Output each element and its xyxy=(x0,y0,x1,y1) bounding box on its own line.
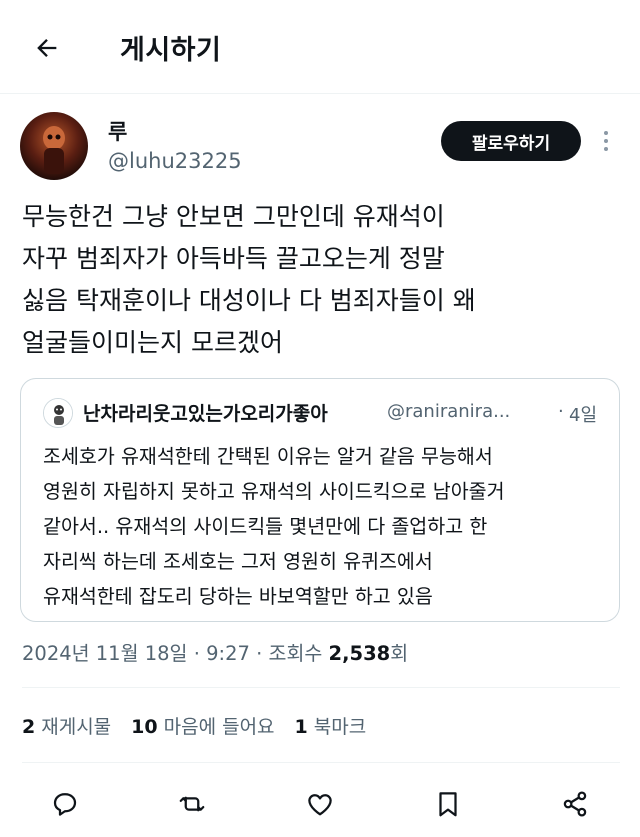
share-button[interactable] xyxy=(555,784,595,824)
likes-count: 10 xyxy=(131,716,158,738)
page-title: 게시하기 xyxy=(120,35,222,66)
quote-line: 영원히 자립하지 못하고 유재석의 사이드킥으로 남아줄거 xyxy=(43,480,505,503)
share-icon xyxy=(563,791,587,817)
tweet-line: 싫음 탁재훈이나 대성이나 다 범죄자들이 왜 xyxy=(22,286,476,315)
quote-line: 같아서.. 유재석의 사이드킥들 몇년만에 다 졸업하고 한 xyxy=(43,515,488,538)
arrow-left-icon xyxy=(37,39,57,57)
bookmarks-stat[interactable]: 1 북마크 xyxy=(295,712,367,739)
bookmark-button[interactable] xyxy=(428,784,468,824)
meta-separator: · xyxy=(256,642,263,665)
bookmarks-count: 1 xyxy=(294,716,308,738)
quote-line: 유재석한테 잡도리 당하는 바보역할만 하고 있음 xyxy=(43,585,433,608)
views-unit: 회 xyxy=(390,642,409,665)
quote-text: 조세호가 유재석한테 간택된 이유는 알거 같음 무능해서 영원히 자립하지 못… xyxy=(43,439,603,614)
engagement-stats: 2 재게시물 10 마음에 들어요 1 북마크 xyxy=(22,712,366,739)
quote-author-name: 난차라리웃고있는가오리가좋아 xyxy=(83,403,328,425)
post-date[interactable]: 2024년 11월 18일 xyxy=(22,642,187,665)
tweet-line: 무능한건 그냥 안보면 그만인데 유재석이 xyxy=(22,202,445,231)
reposts-stat[interactable]: 2 재게시물 xyxy=(22,712,111,739)
quote-separator: · xyxy=(558,401,564,422)
likes-label: 마음에 들어요 xyxy=(163,716,275,738)
tweet-line: 자꾸 범죄자가 아득바득 끌고오는게 정말 xyxy=(22,244,445,273)
reply-button[interactable] xyxy=(45,784,85,824)
tweet-text: 무능한건 그냥 안보면 그만인데 유재석이 자꾸 범죄자가 아득바득 끌고오는게… xyxy=(22,196,618,364)
quote-line: 자리씩 하는데 조세호는 그저 영원히 유퀴즈에서 xyxy=(43,550,433,573)
author-name[interactable]: 루 xyxy=(108,116,127,146)
likes-stat[interactable]: 10 마음에 들어요 xyxy=(131,712,274,739)
heart-icon xyxy=(308,794,332,816)
more-vertical-icon[interactable] xyxy=(594,126,618,156)
quote-line: 조세호가 유재석한테 간택된 이유는 알거 같음 무능해서 xyxy=(43,445,493,468)
reposts-count: 2 xyxy=(22,716,36,738)
avatar[interactable] xyxy=(20,112,88,180)
reposts-label: 재게시물 xyxy=(41,716,112,738)
post-time[interactable]: 9:27 xyxy=(206,642,250,665)
tweet-line: 얼굴들이미는지 모르겠어 xyxy=(22,328,283,357)
repost-icon xyxy=(179,796,205,812)
divider xyxy=(22,687,620,688)
back-button[interactable] xyxy=(22,26,72,70)
like-button[interactable] xyxy=(300,784,340,824)
top-bar: 게시하기 xyxy=(0,0,640,94)
quoted-tweet[interactable]: 난차라리웃고있는가오리가좋아 @raniranira... · 4일 조세호가 … xyxy=(20,378,620,622)
quote-author-handle: @raniranira... xyxy=(387,401,511,422)
quote-avatar xyxy=(43,398,73,428)
meta-separator: · xyxy=(193,642,200,665)
follow-button[interactable]: 팔로우하기 xyxy=(441,121,581,161)
views-count: 2,538 xyxy=(328,642,391,665)
quote-time: 4일 xyxy=(569,405,598,426)
author-handle[interactable]: @luhu23225 xyxy=(108,149,242,173)
bookmark-icon xyxy=(439,792,457,817)
repost-button[interactable] xyxy=(172,784,212,824)
action-bar xyxy=(0,780,640,828)
views-label: 조회수 xyxy=(268,642,323,665)
bookmarks-label: 북마크 xyxy=(313,716,367,738)
reply-icon xyxy=(53,793,77,816)
divider xyxy=(22,762,620,763)
tweet-meta: 2024년 11월 18일 · 9:27 · 조회수 2,538회 xyxy=(22,637,408,666)
